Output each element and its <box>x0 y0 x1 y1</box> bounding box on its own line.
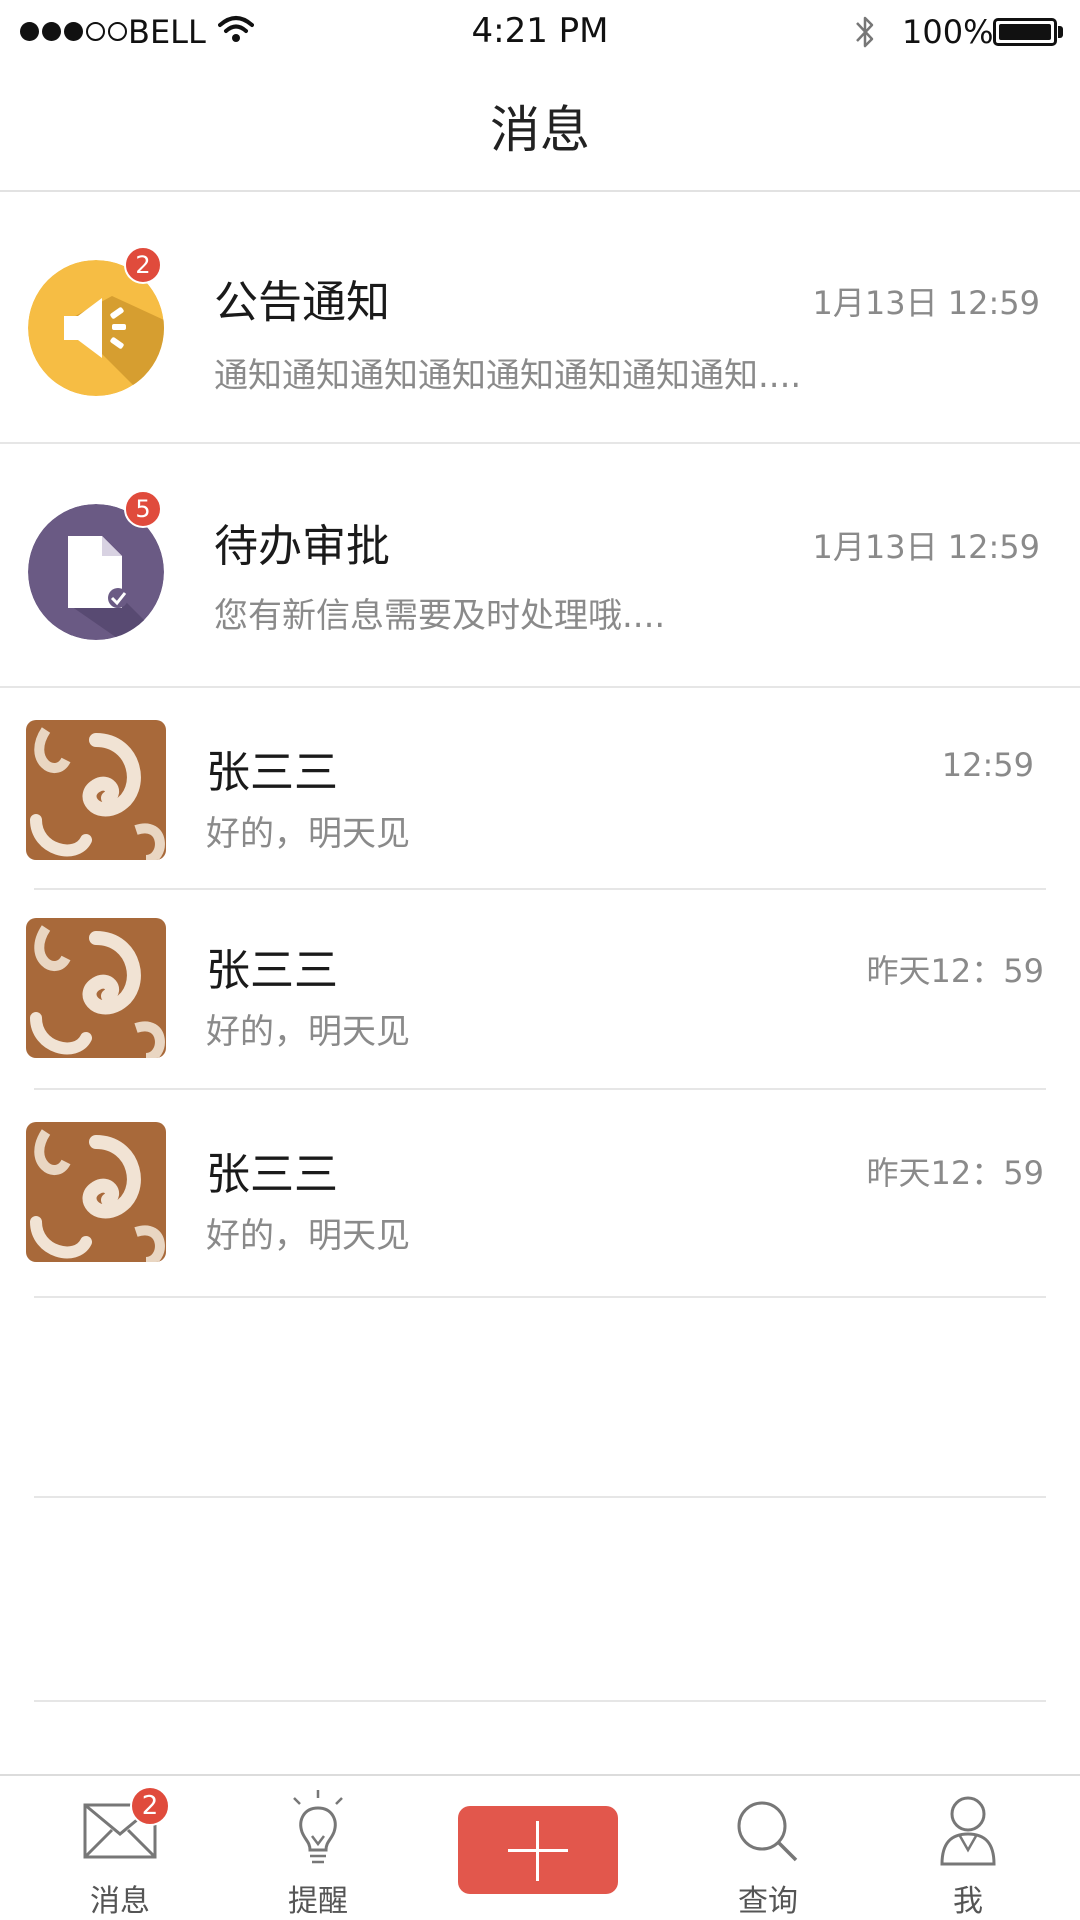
nav-bar: 消息 <box>0 64 1080 192</box>
chat-time: 昨天12：59 <box>866 952 1044 990</box>
tab-label: 提醒 <box>288 1884 348 1919</box>
divider <box>34 1296 1046 1298</box>
tab-label: 查询 <box>738 1884 798 1919</box>
avatar <box>26 1122 166 1262</box>
person-icon <box>940 1796 996 1866</box>
battery-percentage: 100% <box>902 13 994 51</box>
page-title: 消息 <box>490 101 590 159</box>
chat-time: 昨天12：59 <box>866 1154 1044 1192</box>
tab-reminders[interactable]: 提醒 <box>258 1776 378 1920</box>
chat-name: 张三三 <box>206 747 338 798</box>
chat-name: 张三三 <box>206 945 338 996</box>
divider <box>34 1496 1046 1498</box>
item-time: 1月13日 12:59 <box>812 284 1040 322</box>
chat-preview: 好的，明天见 <box>206 1012 410 1052</box>
item-preview: 您有新信息需要及时处理哦.... <box>214 596 666 636</box>
unread-badge: 2 <box>124 246 162 284</box>
chat-time: 12:59 <box>941 746 1034 784</box>
item-time: 1月13日 12:59 <box>812 528 1040 566</box>
list-item-announcement[interactable]: 2 公告通知 1月13日 12:59 通知通知通知通知通知通知通知通知.... <box>0 192 1080 444</box>
bluetooth-icon <box>856 16 874 48</box>
tab-messages[interactable]: 2 消息 <box>60 1776 180 1920</box>
item-preview: 通知通知通知通知通知通知通知通知.... <box>214 356 802 396</box>
battery-tip <box>1058 26 1063 38</box>
add-button[interactable] <box>458 1806 618 1894</box>
search-icon <box>737 1801 798 1862</box>
avatar <box>26 720 166 860</box>
tab-me[interactable]: 我 <box>908 1776 1028 1920</box>
unread-badge: 2 <box>130 1786 170 1826</box>
divider <box>34 1700 1046 1702</box>
tab-label: 我 <box>953 1884 983 1919</box>
tab-search[interactable]: 查询 <box>708 1776 828 1920</box>
lightbulb-icon <box>293 1790 343 1864</box>
avatar <box>26 918 166 1058</box>
item-title: 待办审批 <box>214 521 390 572</box>
chat-preview: 好的，明天见 <box>206 814 410 854</box>
tab-label: 消息 <box>90 1884 150 1919</box>
tab-bar: 2 消息 提醒 查询 我 <box>0 1774 1080 1920</box>
divider <box>34 888 1046 890</box>
divider <box>34 1088 1046 1090</box>
chat-name: 张三三 <box>206 1149 338 1200</box>
item-title: 公告通知 <box>214 277 390 328</box>
chat-preview: 好的，明天见 <box>206 1216 410 1256</box>
status-bar: BELL 4:21 PM 100% <box>0 0 1080 64</box>
list-item-approval[interactable]: 5 待办审批 1月13日 12:59 您有新信息需要及时处理哦.... <box>0 444 1080 688</box>
battery-icon <box>993 18 1057 46</box>
unread-badge: 5 <box>124 490 162 528</box>
